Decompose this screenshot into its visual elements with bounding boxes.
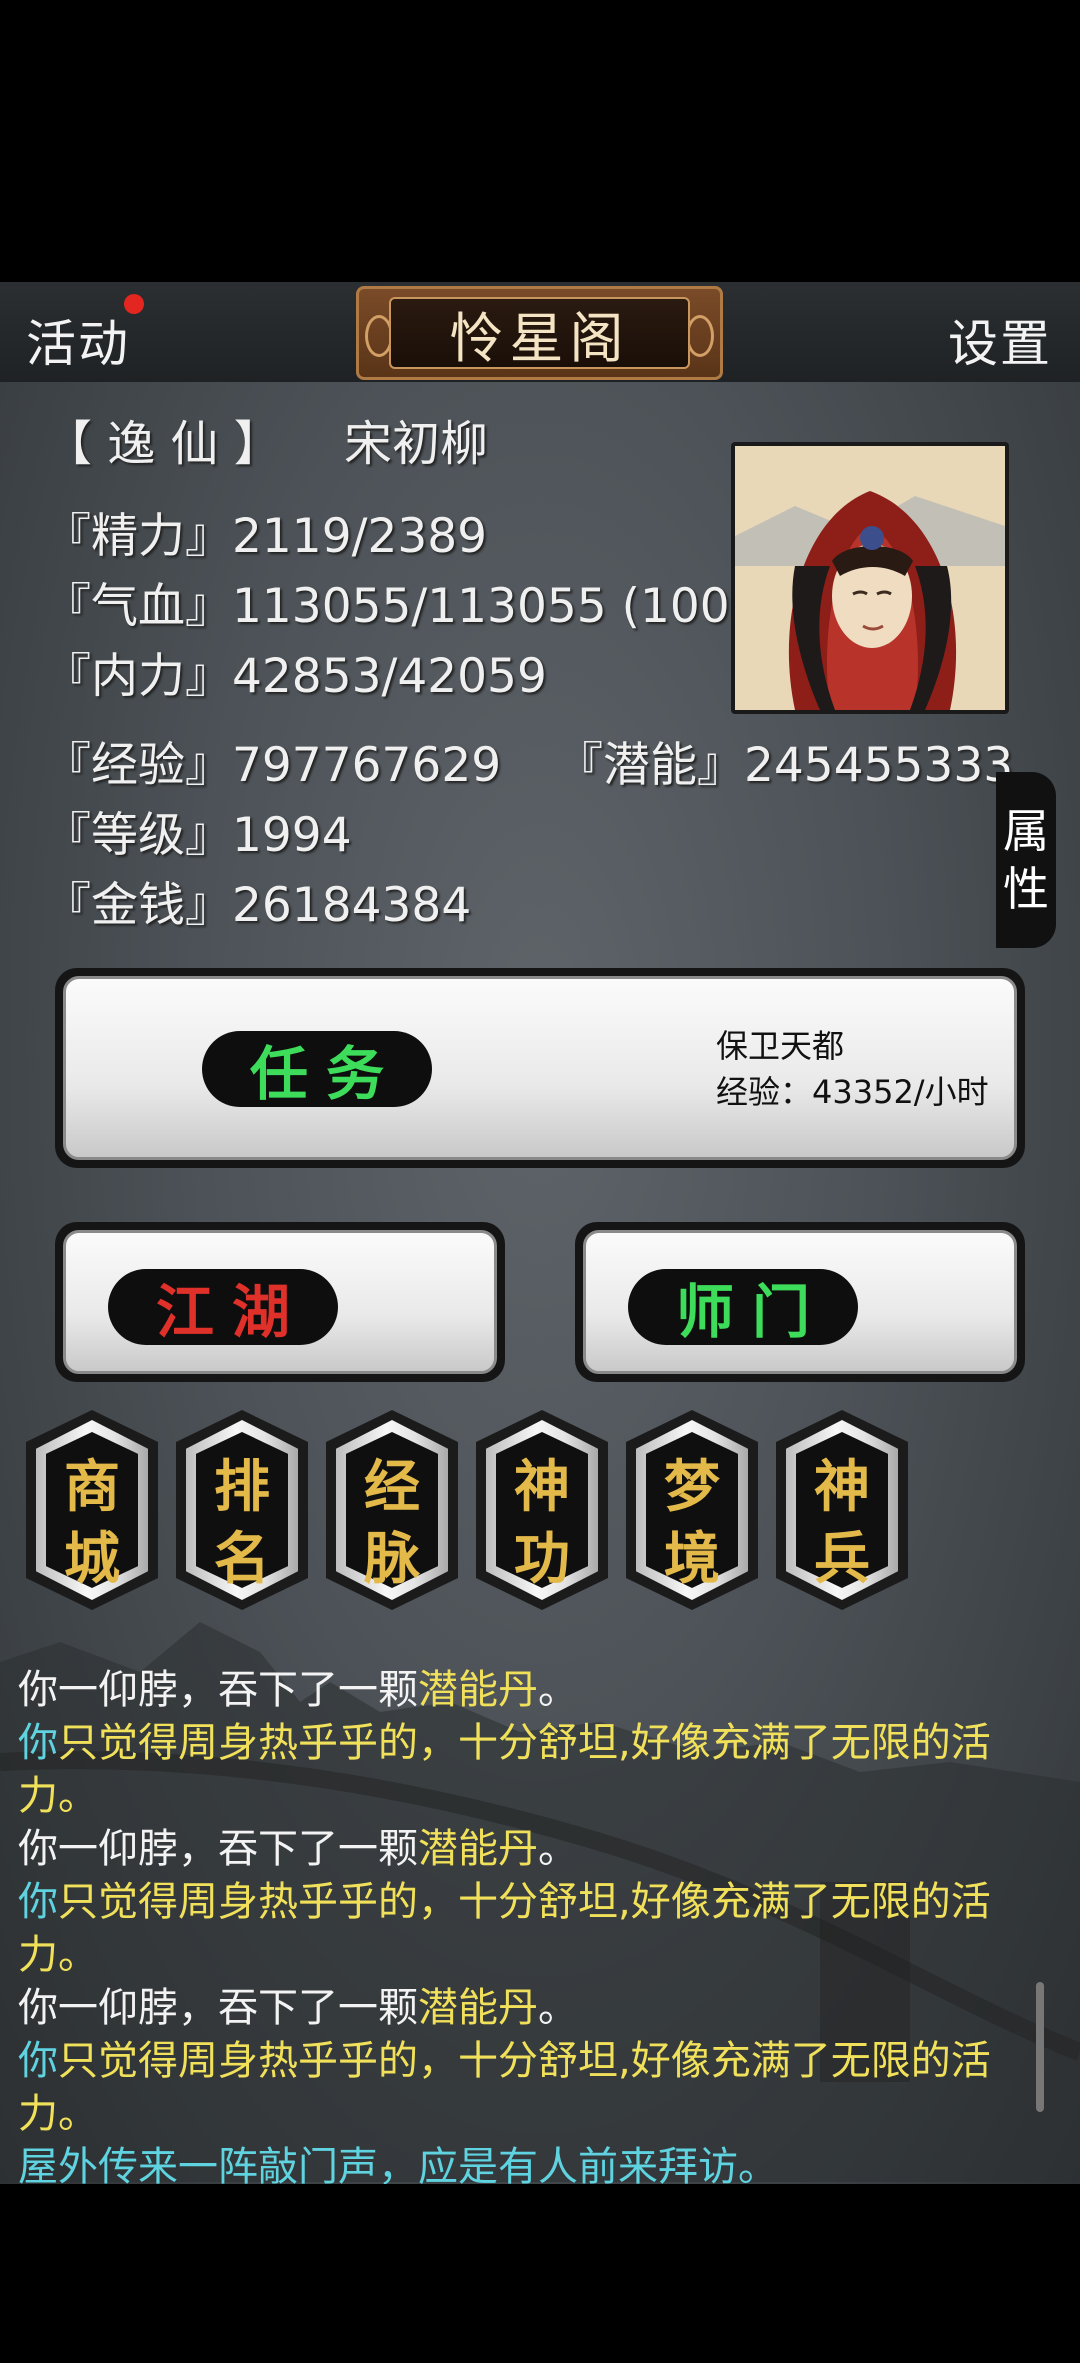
log-line: 你一仰脖，吞下了一颗潜能丹。 [18, 1664, 1058, 1717]
character-name: 宋初柳 [344, 416, 489, 472]
log-text: 你一仰脖，吞下了一颗 [18, 1826, 418, 1872]
log-line: 你只觉得周身热乎乎的，十分舒坦,好像充满了无限的活 [18, 2035, 1058, 2088]
stat-inner-power: 『内力』42853/42059 [44, 649, 547, 704]
attributes-tab[interactable]: 属 性 [996, 772, 1056, 948]
menu-label-bottom: 功 [514, 1526, 570, 1592]
menu-label-bottom: 境 [664, 1526, 720, 1592]
log-text: 。 [538, 1826, 578, 1872]
menu-label-top: 经 [364, 1454, 420, 1520]
menu-label-top: 排 [214, 1454, 270, 1520]
log-text: 你一仰脖，吞下了一颗 [18, 1985, 418, 2031]
notification-dot [124, 294, 144, 314]
log-line: 力。 [18, 1773, 98, 1819]
attributes-tab-char: 属 [1003, 804, 1049, 858]
log-text: 。 [538, 1985, 578, 2031]
avatar-portrait [735, 446, 1005, 710]
settings-button[interactable]: 设置 [948, 304, 1052, 376]
log-line: 力。 [18, 1932, 98, 1978]
task-info: 保卫天都 经验：43352/小时 [716, 1023, 989, 1115]
shop-button[interactable]: 商 城 [26, 1410, 158, 1610]
menu-label-bottom: 兵 [814, 1526, 870, 1592]
log-line: 力。 [18, 2091, 98, 2137]
log-item-name: 潜能丹 [418, 1667, 538, 1713]
scroll-ornament-icon [686, 315, 714, 357]
log-text: 只觉得周身热乎乎的，十分舒坦,好像充满了无限的活 [58, 1720, 991, 1766]
jianghu-button-face: 江湖 [63, 1230, 497, 1374]
menu-label-top: 神 [514, 1454, 570, 1520]
stat-health: 『气血』113055/113055 (100% [44, 579, 734, 634]
menu-label-bottom: 名 [214, 1526, 270, 1592]
dreamland-button[interactable]: 梦 境 [626, 1410, 758, 1610]
avatar[interactable] [731, 442, 1009, 714]
divine-weapon-button[interactable]: 神 兵 [776, 1410, 908, 1610]
log-text: 只觉得周身热乎乎的，十分舒坦,好像充满了无限的活 [58, 1879, 991, 1925]
log-item-name: 潜能丹 [418, 1826, 538, 1872]
menu-label-bottom: 脉 [364, 1526, 420, 1592]
activity-button[interactable]: 活动 [26, 304, 130, 376]
task-exp-rate: 经验：43352/小时 [716, 1073, 989, 1111]
divine-skill-button[interactable]: 神 功 [476, 1410, 608, 1610]
stat-energy: 『精力』2119/2389 [44, 509, 488, 564]
log-scrollbar[interactable] [1036, 1982, 1044, 2112]
message-log[interactable]: 你一仰脖，吞下了一颗潜能丹。 你只觉得周身热乎乎的，十分舒坦,好像充满了无限的活… [18, 1664, 1058, 2184]
log-line-system: 屋外传来一阵敲门声，应是有人前来拜访。 [18, 2144, 778, 2184]
jianghu-button[interactable]: 江湖 [55, 1222, 505, 1382]
log-item-name: 潜能丹 [418, 1985, 538, 2031]
log-line: 你一仰脖，吞下了一颗潜能丹。 [18, 1982, 1058, 2035]
attributes-tab-char: 性 [1003, 862, 1049, 916]
log-line: 你只觉得周身热乎乎的，十分舒坦,好像充满了无限的活 [18, 1717, 1058, 1770]
stat-money: 『金钱』26184384 [44, 878, 472, 933]
meridian-button[interactable]: 经 脉 [326, 1410, 458, 1610]
menu-label-top: 神 [814, 1454, 870, 1520]
log-line: 你只觉得周身热乎乎的，十分舒坦,好像充满了无限的活 [18, 1876, 1058, 1929]
shimen-button[interactable]: 师门 [575, 1222, 1025, 1382]
menu-label-top: 商 [64, 1454, 120, 1520]
menu-label-top: 梦 [664, 1454, 720, 1520]
task-label: 任务 [202, 1031, 432, 1108]
jianghu-label: 江湖 [108, 1269, 338, 1346]
task-name: 保卫天都 [716, 1027, 845, 1065]
task-button-face: 任务 保卫天都 经验：43352/小时 [63, 976, 1017, 1160]
shimen-button-face: 师门 [583, 1230, 1017, 1374]
title-plaque: 怜星阁 [356, 286, 723, 380]
log-text: 只觉得周身热乎乎的，十分舒坦,好像充满了无限的活 [58, 2038, 991, 2084]
stat-experience: 『经验』797767629 [44, 738, 502, 793]
log-text: 。 [538, 1667, 578, 1713]
menu-label-bottom: 城 [64, 1526, 120, 1592]
ranking-button[interactable]: 排 名 [176, 1410, 308, 1610]
top-bar: 活动 怜星阁 设置 [0, 282, 1080, 382]
task-button[interactable]: 任务 保卫天都 经验：43352/小时 [55, 968, 1025, 1168]
log-subject: 你 [18, 1720, 58, 1766]
log-subject: 你 [18, 2038, 58, 2084]
game-screen: 活动 怜星阁 设置 【 逸 仙 】 宋初柳 『精力』2119/2389 『气血』… [0, 282, 1080, 2184]
stat-level: 『等级』1994 [44, 808, 352, 863]
log-line: 你一仰脖，吞下了一颗潜能丹。 [18, 1823, 1058, 1876]
character-title-tag: 【 逸 仙 】 [44, 416, 282, 472]
shimen-label: 师门 [628, 1269, 858, 1346]
log-text: 你一仰脖，吞下了一颗 [18, 1667, 418, 1713]
stat-potential: 『潜能』245455333 [556, 738, 1014, 793]
page-title: 怜星阁 [389, 297, 690, 370]
log-subject: 你 [18, 1879, 58, 1925]
